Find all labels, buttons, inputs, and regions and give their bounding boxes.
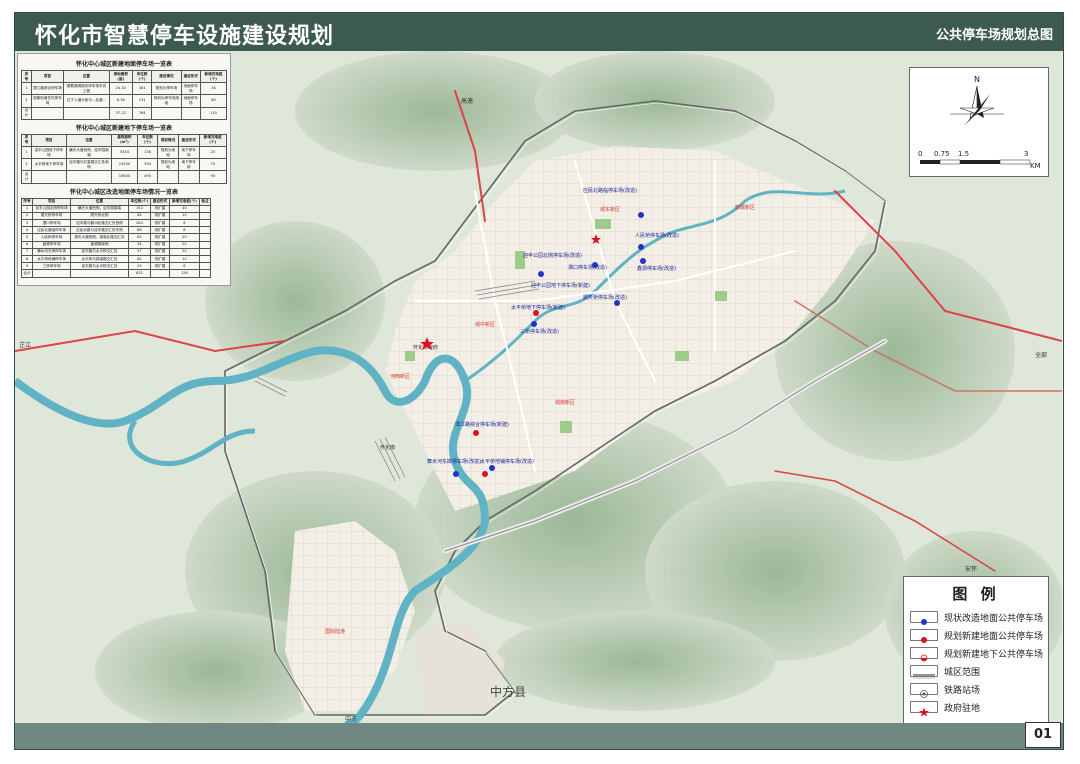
scale-tick: 0 <box>918 150 922 158</box>
district-label: 城中新区 <box>475 321 495 328</box>
blue-dot-icon <box>910 611 938 625</box>
red-half-dot-icon <box>910 647 938 662</box>
table-title: 怀化中心城区新建地下停车场一览表 <box>75 124 172 132</box>
parking-label: 鑫源停车场(改造) <box>637 265 676 272</box>
legend-label: 规划新建地面公共停车场 <box>944 632 1044 642</box>
legend-item: 规划新建地面公共停车场 <box>910 629 1046 643</box>
legend-label: 现状改造地面公共停车场 <box>944 614 1044 624</box>
map-legend: 图 例 现状改造地面公共停车场 规划新建地面公共停车场 规划新建地下公共停车场 … <box>903 576 1049 736</box>
parking-label: 太平桥地下停车场(新建) <box>511 304 565 311</box>
district-label: 城南新区 <box>555 399 575 406</box>
legend-item: 规划新建地下公共停车场 <box>910 647 1046 662</box>
parking-label: 迎丰公园北侧停车场(改造) <box>523 252 582 259</box>
double-line-icon <box>910 665 938 679</box>
table-new-underground: 序号 项目 位置 建筑面积(m²) 车位数(个) 现状情况 建设形式 新增充电桩(个) 1 迎丰… <box>20 133 227 184</box>
legend-label: 规划新建地下公共停车场 <box>944 650 1044 660</box>
road-label: 中方 <box>345 715 357 723</box>
page-title: 怀化市智慧停车设施建设规划 <box>35 24 335 49</box>
parking-marker-red[interactable] <box>482 471 488 477</box>
county-label: 中方县 <box>490 684 526 699</box>
page-number: 01 <box>1025 722 1061 748</box>
parking-marker-blue[interactable] <box>538 271 544 277</box>
footer-bar: 01 <box>15 722 1063 749</box>
district-label: 城东新区 <box>600 206 620 213</box>
legend-label: 城区范围 <box>944 668 981 678</box>
table-title: 怀化中心城区新建地面停车场一览表 <box>75 61 172 68</box>
legend-item: 现状改造地面公共停车场 <box>910 611 1046 625</box>
parking-marker-red[interactable] <box>473 430 479 436</box>
legend-item: 铁路站场 <box>910 683 1046 698</box>
rail-label: 怀化南 <box>380 444 395 451</box>
station-ring-icon <box>910 683 938 698</box>
table-renovated: 序号 项目 位置 车位数(个) 建设形式 新增充电桩(个) 备注 1 迎丰公园北侧停车场 横天大… <box>21 197 212 278</box>
legend-label: 铁路站场 <box>944 686 981 696</box>
parking-label: 舞水河东岸停车场(改造) <box>427 458 481 465</box>
legend-label: 政府驻地 <box>944 704 981 714</box>
scale-tick: 3 <box>1024 150 1028 158</box>
parking-label: 潭江路综合停车场(新建) <box>455 421 509 428</box>
district-label: 国际陆港 <box>325 628 345 635</box>
legend-item: 政府驻地 <box>910 701 1046 717</box>
scale-tick: 1.5 <box>958 150 969 158</box>
parking-label: 迎丰公园地下停车场(新建) <box>531 282 590 289</box>
scale-tick: 0.75 <box>934 150 950 158</box>
parking-label: 太平桥地铺停车场(改造) <box>480 458 534 465</box>
district-label: 河西新区 <box>390 373 410 380</box>
road-label: 高速 <box>461 97 473 105</box>
table-new-surface: 序号 项目 位置 用地面积(亩) 车位数(个) 建设情况 建设形式 新增充电桩(个) 1 潭江路… <box>21 69 228 120</box>
legend-item: 城区范围 <box>910 665 1046 679</box>
parking-marker-blue[interactable] <box>531 321 537 327</box>
parking-marker-blue[interactable] <box>640 258 646 264</box>
north-label: N <box>974 75 980 84</box>
red-dot-icon <box>910 629 938 643</box>
parking-label: 人民桥停车场(改造) <box>635 232 679 239</box>
parking-label: 应民北路临停车场(改造) <box>583 187 637 194</box>
road-label: 全部 <box>1035 351 1047 359</box>
parking-label: 三桥停车场(改造) <box>520 328 559 335</box>
parking-marker-blue[interactable] <box>638 212 644 218</box>
parking-label: 潭口停车场(改造) <box>568 264 607 271</box>
map-frame: 怀化市智慧停车设施建设规划 公共停车场规划总图 城东新区 鹤城新区 城中新区 河… <box>14 12 1064 750</box>
district-label: 鹤城新区 <box>735 204 755 211</box>
north-arrow-icon: N 0 0.75 1.5 3 KM <box>918 75 1041 170</box>
parking-label: 顺天桥停车场(改造) <box>583 294 627 301</box>
compass-scale-box: N 0 0.75 1.5 3 KM <box>909 67 1049 177</box>
page-subtitle: 公共停车场规划总图 <box>935 28 1053 43</box>
scale-unit: KM <box>1030 162 1041 170</box>
red-star-icon <box>910 701 938 717</box>
road-label: 芷江 <box>19 341 31 349</box>
road-label: 安怀 <box>965 565 977 573</box>
legend-title: 图 例 <box>952 585 1000 603</box>
table-panel: 怀化中心城区新建地面停车场一览表 序号 项目 位置 用地面积(亩) 车位数(个) 建设情况… <box>17 53 231 286</box>
header-bar: 怀化市智慧停车设施建设规划 公共停车场规划总图 <box>15 13 1063 51</box>
parking-marker-blue[interactable] <box>453 471 459 477</box>
parking-marker-blue[interactable] <box>489 465 495 471</box>
parking-marker-blue[interactable] <box>638 244 644 250</box>
table-title: 怀化中心城区改造地面停车场情况一览表 <box>69 188 178 196</box>
